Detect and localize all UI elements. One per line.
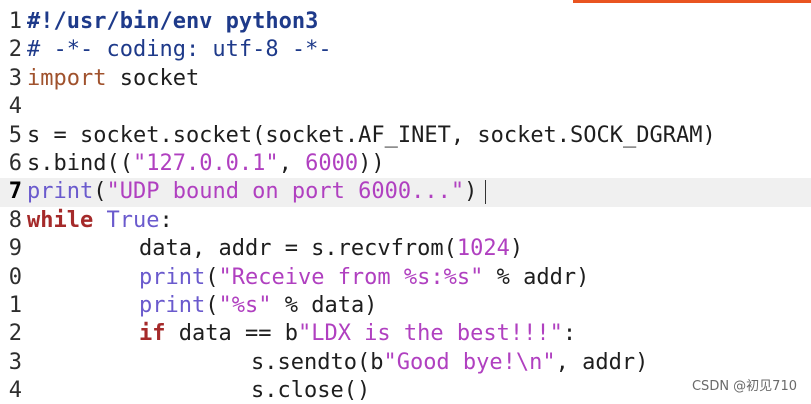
code-token: : [159, 207, 173, 233]
line-code: s.sendto(b"Good bye!\n", addr) [27, 349, 648, 377]
code-token: # -*- coding: utf-8 -*- [27, 37, 332, 63]
code-token: "%s" [218, 292, 272, 318]
line-number: 4 [8, 94, 22, 120]
line-code: s.close() [27, 377, 370, 404]
code-token: ( [93, 179, 107, 205]
code-editor[interactable]: 1 #!/usr/bin/env python3 2 # -*- coding: ut… [0, 0, 811, 404]
text-cursor [485, 180, 487, 205]
line-code: s.bind(("127.0.0.1", 6000)) [27, 150, 385, 178]
code-token: if [139, 321, 166, 347]
code-token: s.bind(( [27, 150, 133, 176]
line-number: 0 [8, 264, 22, 290]
line-number: 9 [8, 236, 22, 262]
code-token: 1024 [456, 236, 510, 262]
watermark: CSDN @初见710 [691, 375, 797, 394]
code-token: print [27, 179, 94, 205]
line-code: if data == b"LDX is the best!!!": [27, 320, 576, 348]
line-number: 4 [8, 378, 22, 404]
code-line[interactable]: 0 print("Receive from %s:%s" % addr) [0, 264, 811, 292]
code-token: s.close() [251, 378, 371, 404]
code-token: ) [509, 236, 524, 262]
code-token: , addr) [555, 349, 649, 375]
line-number: 3 [8, 349, 22, 375]
code-token: ) [464, 179, 478, 205]
code-line[interactable]: 2 if data == b"LDX is the best!!!": [0, 320, 811, 348]
code-line[interactable]: 1 #!/usr/bin/env python3 [0, 8, 811, 36]
code-token: "127.0.0.1" [132, 150, 279, 176]
line-number: 1 [8, 292, 22, 318]
code-token: ( [205, 264, 219, 290]
code-line[interactable]: 5s = socket.socket(socket.AF_INET, socke… [0, 122, 811, 150]
line-number: 5 [8, 122, 22, 148]
code-token: : [562, 321, 577, 347]
code-token: s.sendto(b [251, 349, 384, 375]
code-token: "LDX is the best!!!" [297, 321, 563, 347]
code-line[interactable]: 4 [0, 93, 811, 121]
code-line[interactable]: 3 s.sendto(b"Good bye!\n", addr) [0, 349, 811, 377]
code-line[interactable]: 2 # -*- coding: utf-8 -*- [0, 36, 811, 64]
code-token: , [278, 150, 306, 176]
line-code: data, addr = s.recvfrom(1024) [27, 235, 523, 263]
line-code: import socket [27, 65, 199, 93]
code-line[interactable]: 7 print("UDP bound on port 6000...") [0, 178, 811, 207]
line-code: print("UDP bound on port 6000...") [27, 178, 487, 206]
code-token: socket [106, 65, 200, 91]
code-token: data, addr = s.recvfrom( [139, 236, 457, 262]
line-code: s = socket.socket(socket.AF_INET, socket… [27, 122, 716, 150]
line-number: 3 [8, 65, 22, 91]
code-token: )) [358, 150, 385, 176]
code-token: s = socket.socket(socket.AF_INET, socket… [27, 122, 716, 148]
code-token: % addr) [483, 264, 590, 290]
code-token: #!/usr/bin/env python3 [27, 9, 319, 34]
code-token: "UDP bound on port 6000..." [106, 179, 465, 205]
line-code: #!/usr/bin/env python3 [27, 8, 318, 36]
code-lines[interactable]: 1 #!/usr/bin/env python3 2 # -*- coding: ut… [0, 8, 811, 404]
line-code: print("%s" % data) [27, 292, 377, 320]
code-line[interactable]: 3 import socket [0, 65, 811, 93]
code-token: "Good bye!\n" [383, 349, 556, 375]
line-code: print("Receive from %s:%s" % addr) [27, 264, 589, 292]
active-tab-indicator [573, 0, 811, 3]
code-line[interactable]: 9 data, addr = s.recvfrom(1024) [0, 235, 811, 263]
line-number: 2 [8, 37, 22, 63]
line-number: 2 [8, 321, 22, 347]
code-token: while [27, 207, 94, 233]
line-code: while True: [27, 207, 173, 235]
code-token: 6000 [305, 150, 359, 176]
code-token: ( [205, 292, 219, 318]
code-token: print [139, 264, 206, 290]
code-token: print [139, 292, 206, 318]
code-line[interactable]: 1 print("%s" % data) [0, 292, 811, 320]
line-number: 6 [8, 150, 22, 176]
code-line[interactable]: 6 s.bind(("127.0.0.1", 6000)) [0, 150, 811, 178]
code-line[interactable]: 4 s.close() [0, 377, 811, 404]
code-line[interactable]: 8 while True: [0, 207, 811, 235]
code-token: "Receive from %s:%s" [218, 264, 484, 290]
code-token: % data) [271, 292, 378, 318]
line-number: 1 [8, 9, 22, 34]
line-number: 8 [8, 207, 22, 233]
line-code: # -*- coding: utf-8 -*- [27, 36, 332, 64]
code-token: True [106, 207, 160, 233]
line-number: 7 [8, 179, 22, 205]
code-token: import [27, 65, 107, 91]
code-token: data == b [165, 321, 298, 347]
